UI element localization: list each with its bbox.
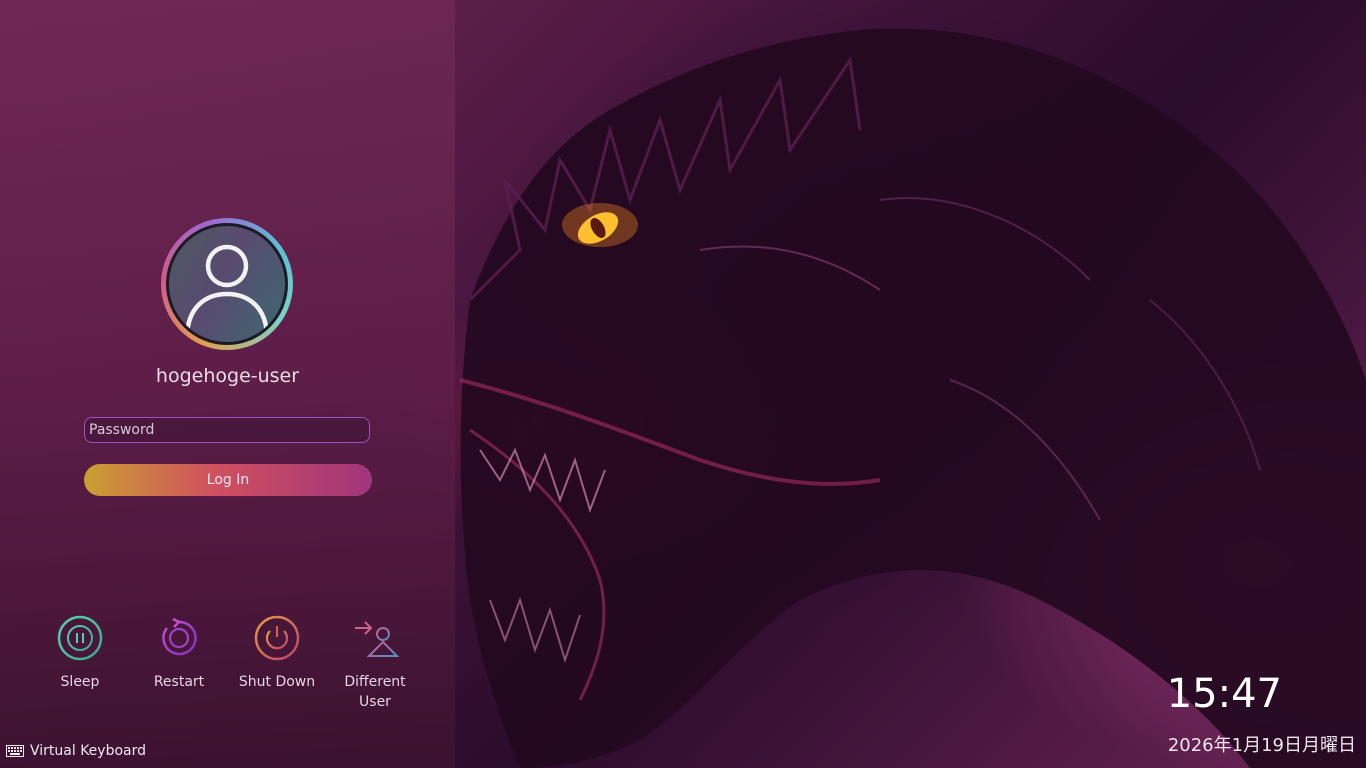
restart-button[interactable]: Restart: [131, 614, 227, 692]
power-icon: [254, 615, 300, 661]
virtual-keyboard-button[interactable]: Virtual Keyboard: [6, 743, 146, 759]
login-button[interactable]: Log In: [84, 464, 372, 496]
restart-label: Restart: [153, 674, 205, 690]
keyboard-icon: [6, 745, 24, 757]
shutdown-label: Shut Down: [238, 674, 316, 690]
switch-user-icon: [355, 621, 399, 657]
sleep-label: Sleep: [60, 674, 100, 690]
virtual-keyboard-label: Virtual Keyboard: [30, 743, 147, 759]
password-input[interactable]: [84, 417, 370, 443]
clock-time: 15:47: [1166, 671, 1282, 717]
restart-icon: [162, 617, 197, 656]
username-label: hogehoge-user: [155, 365, 300, 387]
clock-date: 2026年1月19日月曜日: [1167, 735, 1356, 756]
user-avatar: [161, 218, 293, 350]
user-icon: [184, 244, 270, 339]
shutdown-button[interactable]: Shut Down: [229, 614, 325, 692]
different-user-label: Different User: [344, 674, 406, 710]
different-user-button[interactable]: Different User: [327, 614, 423, 712]
sleep-icon: [57, 615, 103, 661]
login-screen: hogehoge-user Log In Sleep Restart Shut …: [0, 0, 1366, 768]
login-panel: hogehoge-user Log In Sleep Restart Shut …: [0, 0, 455, 768]
sleep-button[interactable]: Sleep: [32, 614, 128, 692]
